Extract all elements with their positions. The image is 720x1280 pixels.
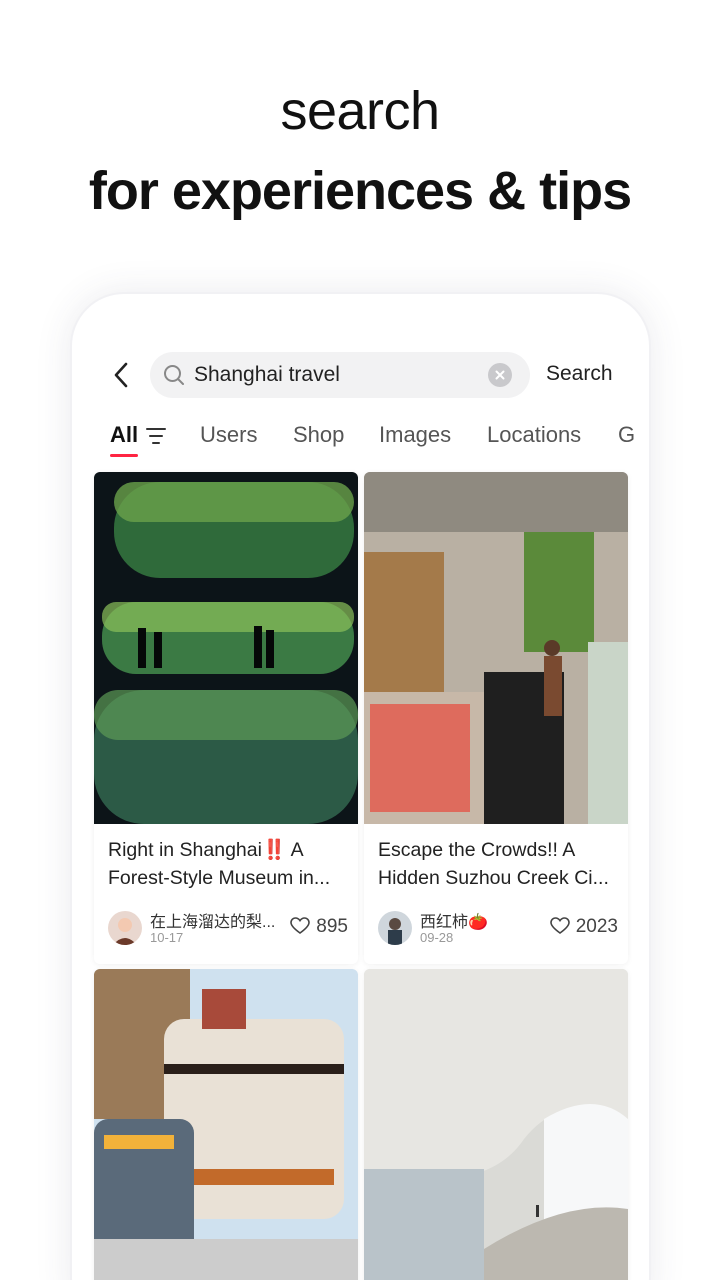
tab-all[interactable]: All — [110, 422, 138, 448]
filter-icon[interactable] — [146, 427, 166, 445]
tab-users[interactable]: Users — [200, 422, 257, 448]
card-image — [364, 472, 628, 824]
avatar[interactable] — [108, 911, 142, 945]
phone-frame: Search All Users Shop Images Locations G — [70, 292, 651, 1280]
heart-icon — [290, 917, 311, 934]
clear-icon — [495, 370, 505, 380]
avatar[interactable] — [378, 911, 412, 945]
card-image — [364, 969, 628, 1280]
active-tab-indicator — [110, 454, 138, 457]
hero-title-line2: for experiences & tips — [88, 161, 632, 221]
tab-shop[interactable]: Shop — [293, 422, 344, 448]
result-card[interactable]: Escape the Crowds!! A Hidden Suzhou Cree… — [364, 472, 628, 964]
post-date: 09-28 — [420, 930, 454, 945]
card-image — [94, 969, 358, 1280]
heart-icon — [549, 917, 570, 934]
back-button[interactable] — [106, 359, 138, 391]
card-title: Right in Shanghai‼️ A Forest-Style Museu… — [108, 839, 331, 889]
author-name: 在上海溜达的梨... — [150, 914, 276, 931]
search-field[interactable] — [150, 352, 530, 398]
hero-title-line1: search — [280, 81, 440, 141]
result-card[interactable] — [94, 969, 358, 1280]
card-author: 在上海溜达的梨... 10-17 895 — [108, 908, 348, 948]
card-author: 西红柿🍅 09-28 2023 — [378, 908, 618, 948]
search-button[interactable]: Search — [546, 362, 613, 386]
search-icon — [164, 365, 184, 385]
card-image — [94, 472, 358, 824]
result-card[interactable] — [364, 969, 628, 1280]
tab-more[interactable]: G — [618, 422, 635, 448]
tab-images[interactable]: Images — [379, 422, 451, 448]
search-tabs: All Users Shop Images Locations G — [110, 422, 649, 462]
tab-locations[interactable]: Locations — [487, 422, 581, 448]
author-name: 西红柿🍅 — [420, 914, 488, 931]
clear-search-button[interactable] — [488, 363, 512, 387]
chevron-left-icon — [114, 362, 128, 388]
post-date: 10-17 — [150, 930, 184, 945]
search-input[interactable] — [194, 352, 474, 398]
like-button[interactable]: 2023 — [549, 916, 618, 938]
search-bar: Search — [72, 352, 649, 398]
like-button[interactable]: 895 — [290, 916, 348, 938]
like-count: 895 — [316, 916, 348, 937]
like-count: 2023 — [575, 916, 618, 937]
result-card[interactable]: Right in Shanghai‼️ A Forest-Style Museu… — [94, 472, 358, 964]
card-title: Escape the Crowds!! A Hidden Suzhou Cree… — [378, 839, 609, 889]
